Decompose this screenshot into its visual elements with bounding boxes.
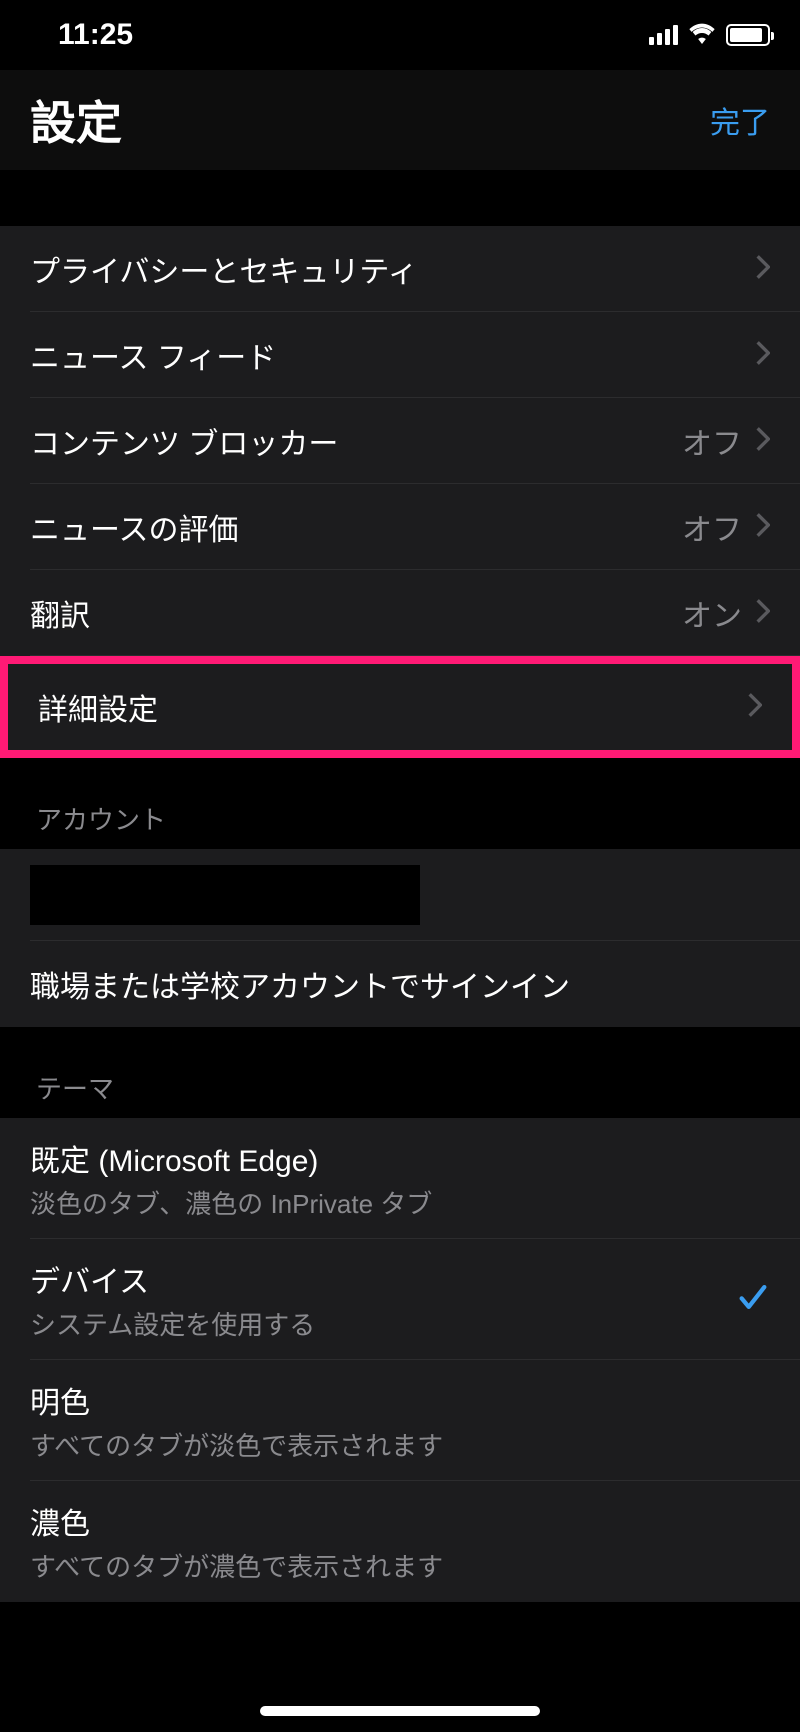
content-blocker-label: コンテンツ ブロッカー [30, 419, 338, 463]
theme-light-item[interactable]: 明色 すべてのタブが淡色で表示されます [0, 1360, 800, 1481]
page-title: 設定 [30, 87, 122, 153]
chevron-right-icon [756, 255, 770, 284]
advanced-settings-highlight: 詳細設定 [0, 656, 800, 758]
wifi-icon [688, 22, 716, 49]
theme-device-title: デバイス [30, 1257, 315, 1301]
chevron-right-icon [756, 427, 770, 456]
translate-item[interactable]: 翻訳 オン [0, 570, 800, 656]
cellular-signal-icon [649, 25, 678, 45]
chevron-right-icon [756, 599, 770, 628]
nav-header: 設定 完了 [0, 70, 800, 170]
chevron-right-icon [756, 513, 770, 542]
status-time: 11:25 [30, 18, 133, 52]
theme-device-subtitle: システム設定を使用する [30, 1305, 315, 1342]
account-list: 職場または学校アカウントでサインイン [0, 849, 800, 1027]
news-rating-value: オフ [682, 505, 742, 549]
theme-dark-title: 濃色 [30, 1499, 443, 1543]
translate-label: 翻訳 [30, 591, 90, 635]
theme-light-title: 明色 [30, 1378, 443, 1422]
home-indicator[interactable] [260, 1706, 540, 1716]
translate-value: オン [682, 591, 742, 635]
theme-default-item[interactable]: 既定 (Microsoft Edge) 淡色のタブ、濃色の InPrivate … [0, 1118, 800, 1239]
redacted-account-info [30, 865, 420, 925]
done-button[interactable]: 完了 [710, 98, 770, 142]
checkmark-icon [736, 1280, 770, 1319]
chevron-right-icon [756, 341, 770, 370]
account-section-header: アカウント [0, 758, 800, 849]
privacy-security-item[interactable]: プライバシーとセキュリティ [0, 226, 800, 312]
content-blocker-value: オフ [682, 419, 742, 463]
advanced-settings-item[interactable]: 詳細設定 [8, 664, 792, 750]
content-blocker-item[interactable]: コンテンツ ブロッカー オフ [0, 398, 800, 484]
theme-dark-subtitle: すべてのタブが濃色で表示されます [30, 1547, 443, 1584]
theme-default-subtitle: 淡色のタブ、濃色の InPrivate タブ [30, 1184, 432, 1221]
theme-light-subtitle: すべてのタブが淡色で表示されます [30, 1426, 443, 1463]
news-feed-label: ニュース フィード [30, 333, 276, 377]
theme-dark-item[interactable]: 濃色 すべてのタブが濃色で表示されます [0, 1481, 800, 1602]
theme-default-title: 既定 (Microsoft Edge) [30, 1136, 432, 1180]
news-feed-item[interactable]: ニュース フィード [0, 312, 800, 398]
news-rating-item[interactable]: ニュースの評価 オフ [0, 484, 800, 570]
theme-list: 既定 (Microsoft Edge) 淡色のタブ、濃色の InPrivate … [0, 1118, 800, 1602]
battery-icon [726, 24, 770, 46]
theme-device-item[interactable]: デバイス システム設定を使用する [0, 1239, 800, 1360]
status-icons [649, 22, 770, 49]
chevron-right-icon [748, 693, 762, 722]
account-item[interactable] [0, 849, 800, 941]
status-bar: 11:25 [0, 0, 800, 70]
settings-list: プライバシーとセキュリティ ニュース フィード コンテンツ ブロッカー オフ [0, 226, 800, 758]
theme-section-header: テーマ [0, 1027, 800, 1118]
privacy-security-label: プライバシーとセキュリティ [30, 247, 418, 291]
advanced-settings-label: 詳細設定 [38, 685, 158, 729]
news-rating-label: ニュースの評価 [30, 505, 239, 549]
work-school-signin-item[interactable]: 職場または学校アカウントでサインイン [0, 941, 800, 1027]
